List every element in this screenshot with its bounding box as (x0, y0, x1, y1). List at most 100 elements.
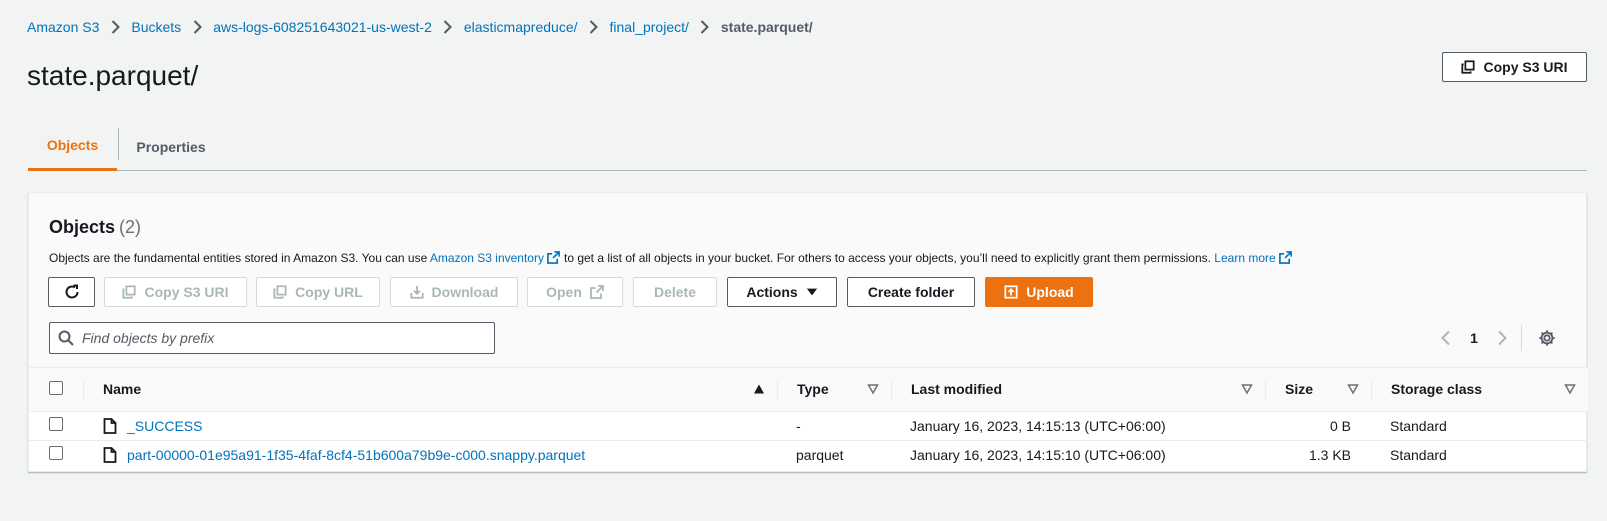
actions-label: Actions (746, 284, 798, 300)
chevron-right-icon (181, 17, 213, 37)
copy-icon (1461, 60, 1476, 74)
copy-s3-uri-label: Copy S3 URI (1483, 59, 1568, 75)
row-select-cell (29, 440, 83, 469)
row-checkbox[interactable] (49, 417, 63, 431)
search-box (49, 322, 495, 354)
type-cell: - (777, 411, 891, 441)
objects-count: (2) (119, 217, 142, 237)
column-header-size[interactable]: Size (1265, 368, 1371, 412)
object-name-link[interactable]: part-00000-01e95a91-1f35-4faf-8cf4-51b60… (127, 447, 585, 463)
last-modified-cell: January 16, 2023, 14:15:13 (UTC+06:00) (891, 411, 1265, 441)
download-icon (409, 285, 424, 299)
previous-page-button[interactable] (1431, 323, 1461, 353)
refresh-icon (65, 284, 78, 299)
create-folder-button[interactable]: Create folder (847, 277, 975, 307)
external-link-icon (1278, 251, 1292, 264)
delete-button[interactable]: Delete (633, 277, 717, 307)
upload-label: Upload (1026, 284, 1074, 300)
learn-more-link[interactable]: Learn more (1214, 251, 1275, 265)
column-name-label: Name (103, 381, 142, 398)
storage-class-cell: Standard (1371, 411, 1588, 441)
objects-description: Objects are the fundamental entities sto… (49, 251, 1296, 265)
copy-s3-uri-header-button[interactable]: Copy S3 URI (1442, 52, 1587, 82)
chevron-right-icon (689, 17, 721, 37)
refresh-button[interactable] (48, 277, 95, 307)
last-modified-cell: January 16, 2023, 14:15:10 (UTC+06:00) (910, 446, 1166, 463)
sort-icon (1347, 384, 1359, 395)
objects-panel-header: Objects (2) Objects are the fundamental e… (29, 193, 1586, 368)
inventory-link[interactable]: Amazon S3 inventory (430, 251, 544, 265)
current-page-number[interactable]: 1 (1461, 330, 1487, 346)
column-last-modified-label: Last modified (911, 381, 1003, 398)
column-header-last-modified[interactable]: Last modified (891, 368, 1265, 412)
download-label: Download (431, 284, 499, 300)
breadcrumb-bucket[interactable]: aws-logs-608251643021-us-west-2 (213, 19, 432, 35)
copy-s3-uri-button[interactable]: Copy S3 URI (104, 277, 247, 307)
tab-objects[interactable]: Objects (28, 122, 117, 171)
chevron-right-icon (432, 17, 464, 37)
chevron-right-icon (578, 17, 610, 37)
search-input[interactable] (82, 330, 482, 346)
copy-icon (273, 285, 287, 299)
upload-icon (1004, 285, 1018, 299)
sort-ascending-icon (754, 384, 764, 394)
copy-url-button[interactable]: Copy URL (256, 277, 380, 307)
file-icon (103, 446, 117, 463)
description-text-2: to get a list of all objects in your buc… (563, 251, 1211, 265)
table-row: part-00000-01e95a91-1f35-4faf-8cf4-51b60… (29, 440, 1588, 469)
tab-properties[interactable]: Properties (120, 122, 222, 171)
breadcrumb-amazon-s3[interactable]: Amazon S3 (27, 19, 99, 35)
caret-down-icon (806, 288, 817, 296)
select-all-checkbox[interactable] (49, 380, 63, 395)
file-icon (103, 417, 117, 434)
upload-button[interactable]: Upload (985, 277, 1093, 307)
description-text-1: Objects are the fundamental entities sto… (49, 251, 428, 265)
open-label: Open (546, 284, 582, 300)
row-checkbox[interactable] (49, 446, 63, 461)
external-link-icon (589, 285, 604, 299)
breadcrumb-elasticmapreduce[interactable]: elasticmapreduce/ (464, 19, 578, 35)
external-link-icon (547, 251, 560, 264)
tab-bar: Objects Properties (28, 122, 1587, 171)
size-cell: 0 B (1265, 411, 1371, 441)
breadcrumb-current: state.parquet/ (720, 19, 813, 35)
objects-panel: Objects (2) Objects are the fundamental e… (28, 192, 1588, 472)
sort-icon (1564, 384, 1576, 395)
table-row: _SUCCESS - January 16, 2023, 14:15:13 (U… (29, 411, 1588, 441)
column-header-type[interactable]: Type (777, 368, 891, 412)
column-type-label: Type (797, 381, 829, 398)
name-cell: part-00000-01e95a91-1f35-4faf-8cf4-51b60… (83, 440, 777, 469)
actions-dropdown[interactable]: Actions (727, 277, 837, 307)
size-cell: 1.3 KB (1308, 446, 1351, 463)
download-button[interactable]: Download (390, 277, 518, 307)
breadcrumb-final-project[interactable]: final_project/ (610, 19, 689, 35)
column-storage-class-label: Storage class (1391, 381, 1483, 398)
breadcrumb-buckets[interactable]: Buckets (131, 19, 181, 35)
search-icon (58, 330, 74, 346)
column-header-storage-class[interactable]: Storage class (1371, 368, 1588, 412)
sort-icon (1241, 384, 1253, 395)
tab-divider (118, 128, 119, 160)
page-title: state.parquet/ (27, 60, 199, 91)
pagination: 1 (1431, 323, 1562, 353)
object-name-link[interactable]: _SUCCESS (127, 418, 202, 434)
select-all-header (29, 368, 83, 412)
next-page-button[interactable] (1487, 323, 1517, 353)
column-header-name[interactable]: Name (83, 368, 777, 412)
name-cell: _SUCCESS (83, 411, 777, 441)
objects-heading-label: Objects (49, 217, 116, 237)
create-folder-label: Create folder (867, 284, 955, 300)
copy-url-label: Copy URL (295, 284, 363, 300)
copy-s3-uri-button-label: Copy S3 URI (144, 284, 229, 300)
copy-icon (122, 285, 137, 299)
chevron-right-icon (99, 17, 131, 37)
delete-label: Delete (653, 284, 697, 300)
row-select-cell (29, 411, 83, 441)
column-size-label: Size (1285, 381, 1314, 398)
open-button[interactable]: Open (527, 277, 623, 307)
preferences-button[interactable] (1532, 323, 1562, 353)
type-cell: parquet (796, 446, 844, 463)
chevron-left-icon (1441, 330, 1450, 346)
pager-divider (1521, 325, 1522, 351)
chevron-right-icon (1498, 330, 1507, 346)
